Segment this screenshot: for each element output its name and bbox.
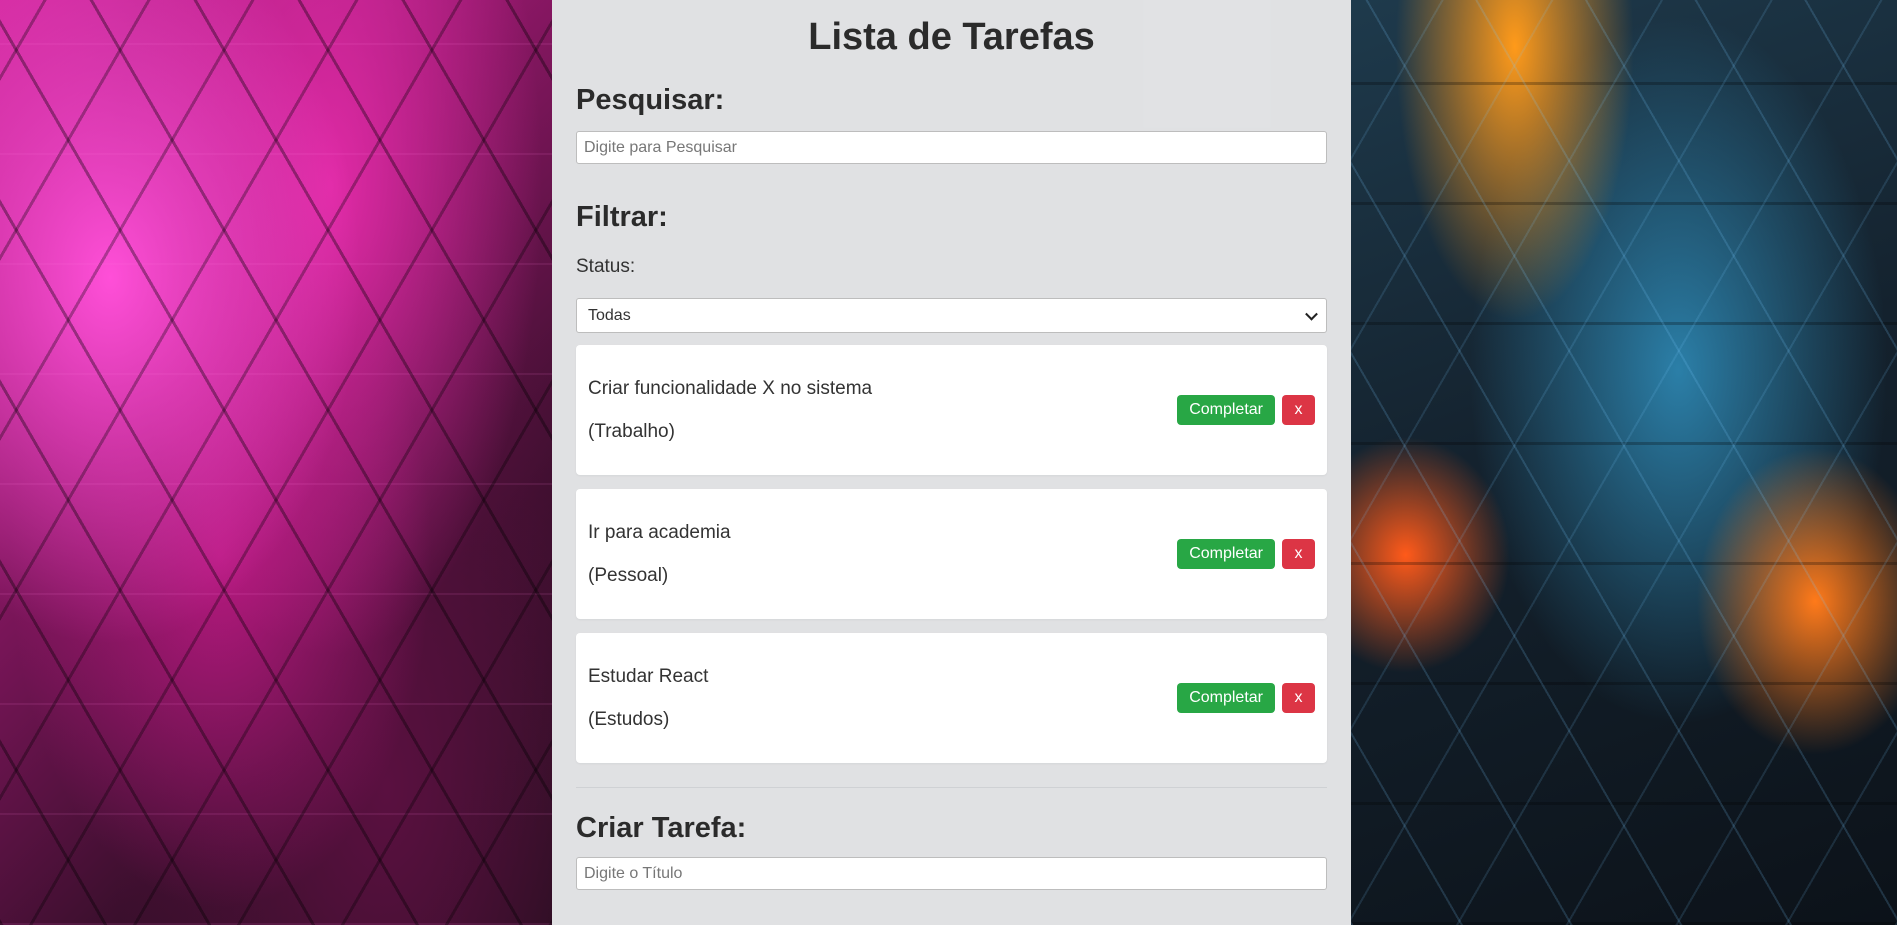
todo-actions: Completar x	[1177, 683, 1315, 713]
todo-actions: Completar x	[1177, 395, 1315, 425]
todo-actions: Completar x	[1177, 539, 1315, 569]
todo-item: Ir para academia (Pessoal) Completar x	[576, 489, 1327, 619]
todo-title: Ir para academia	[588, 521, 731, 543]
complete-button[interactable]: Completar	[1177, 683, 1275, 713]
todo-item: Criar funcionalidade X no sistema (Traba…	[576, 345, 1327, 475]
remove-button[interactable]: x	[1282, 539, 1315, 569]
search-heading: Pesquisar:	[576, 84, 725, 116]
complete-button[interactable]: Completar	[1177, 539, 1275, 569]
todo-category: (Estudos)	[588, 708, 670, 730]
background-image-left	[0, 0, 552, 925]
chevron-down-icon	[1305, 307, 1318, 321]
search-input[interactable]	[576, 131, 1327, 164]
filter-heading: Filtrar:	[576, 201, 668, 233]
status-label: Status:	[576, 256, 636, 277]
todo-title: Criar funcionalidade X no sistema	[588, 377, 873, 399]
status-select[interactable]: Todas	[576, 298, 1327, 333]
todo-item: Estudar React (Estudos) Completar x	[576, 633, 1327, 763]
status-select-value: Todas	[588, 306, 631, 324]
title-input[interactable]	[576, 857, 1327, 890]
todo-content: Ir para academia (Pessoal)	[588, 522, 731, 587]
remove-button[interactable]: x	[1282, 395, 1315, 425]
todo-title: Estudar React	[588, 665, 709, 687]
page-title: Lista de Tarefas	[808, 16, 1095, 58]
todo-content: Estudar React (Estudos)	[588, 666, 708, 731]
todo-content: Criar funcionalidade X no sistema (Traba…	[588, 378, 872, 443]
todo-category: (Pessoal)	[588, 564, 669, 586]
todo-list: Criar funcionalidade X no sistema (Traba…	[576, 345, 1327, 763]
todo-category: (Trabalho)	[588, 420, 675, 442]
section-divider	[576, 787, 1327, 788]
remove-button[interactable]: x	[1282, 683, 1315, 713]
complete-button[interactable]: Completar	[1177, 395, 1275, 425]
todo-app-panel: Lista de Tarefas Pesquisar: Filtrar: Sta…	[552, 0, 1351, 925]
create-heading: Criar Tarefa:	[576, 812, 747, 844]
background-image-right	[1351, 0, 1897, 925]
